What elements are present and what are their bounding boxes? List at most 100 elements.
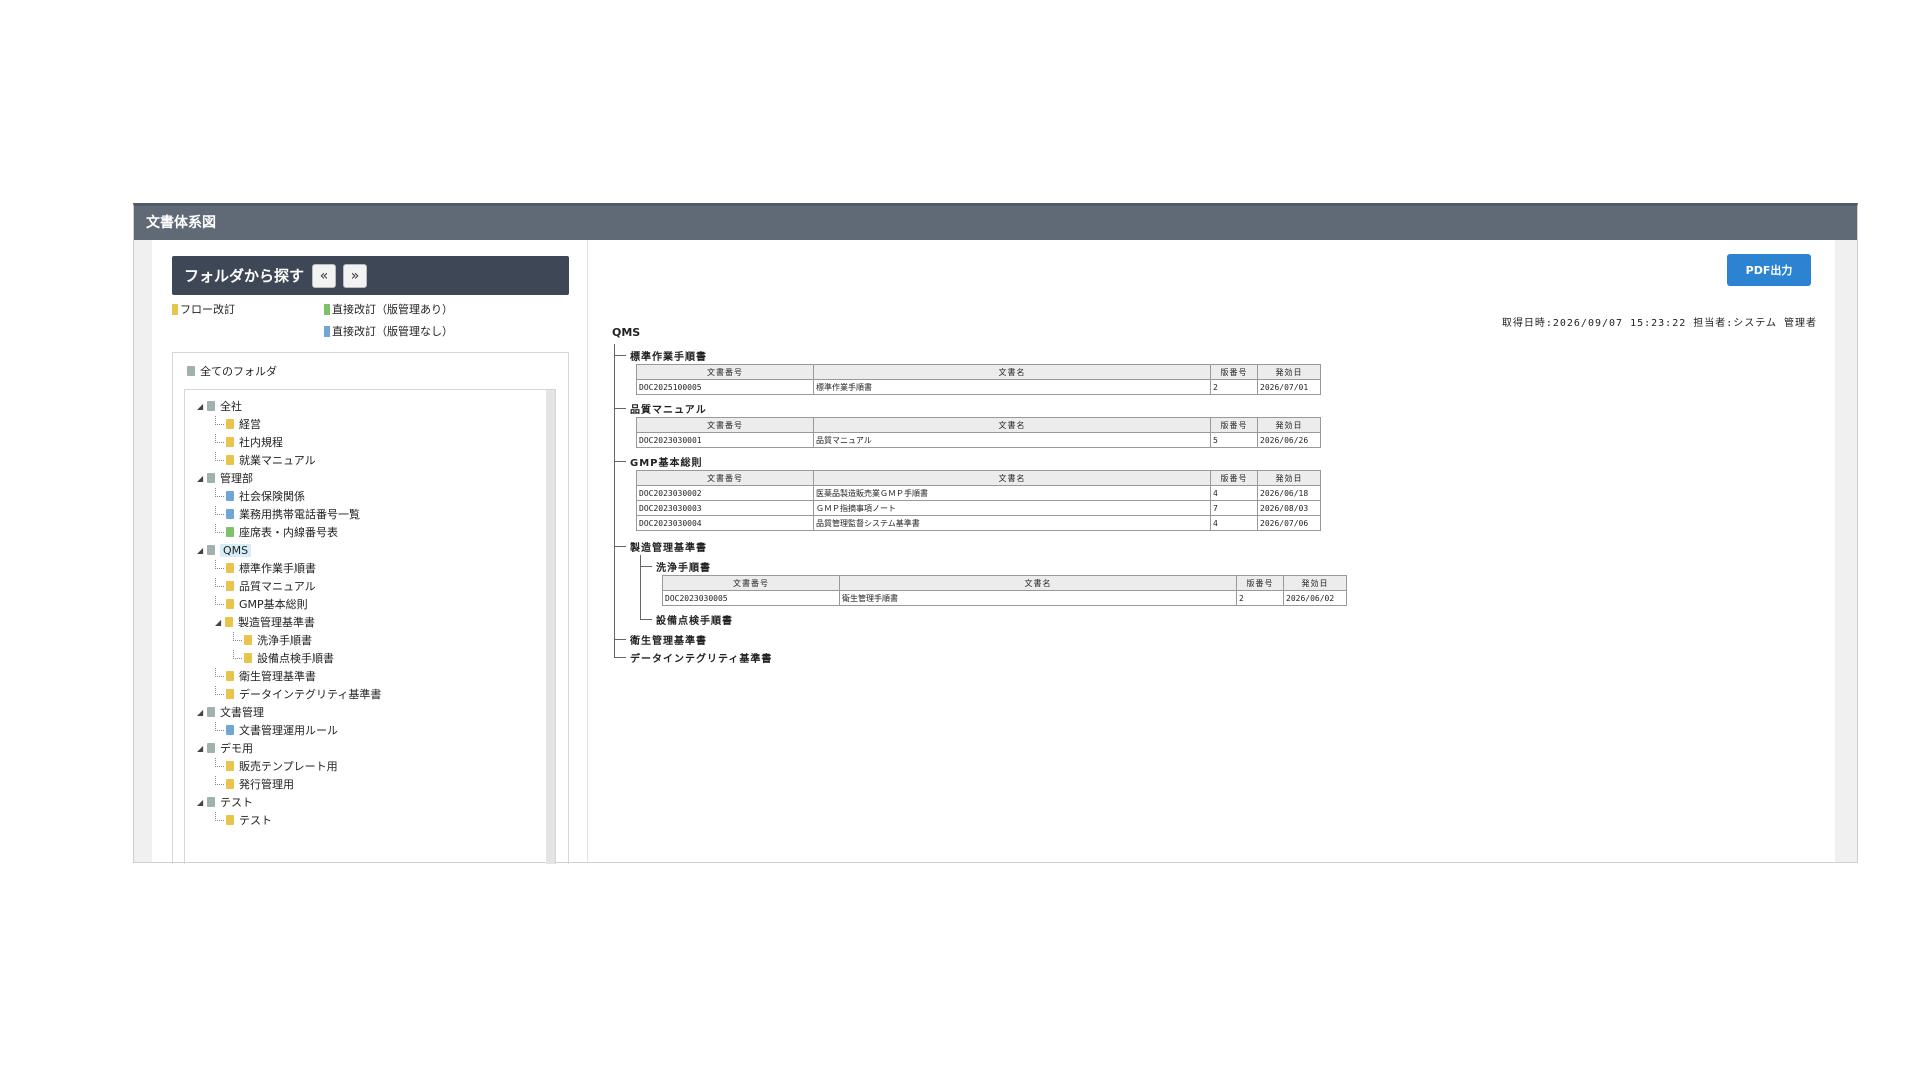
tree-node[interactable]: データインテグリティ基準書 <box>215 686 381 702</box>
tree-node[interactable]: 品質マニュアル <box>215 578 316 594</box>
section-label[interactable]: 標準作業手順書 <box>630 348 707 363</box>
tree-node[interactable]: ◢ テスト <box>197 794 253 810</box>
expand-toggle-icon[interactable]: ◢ <box>197 474 205 483</box>
folder-icon <box>244 635 252 645</box>
table-cell: DOC2025100005 <box>636 379 814 395</box>
expand-toggle-icon[interactable]: ◢ <box>197 708 205 717</box>
tree-node[interactable]: ◢ 管理部 <box>197 470 253 486</box>
table-cell: DOC2023030005 <box>662 590 840 606</box>
tree-node[interactable]: 発行管理用 <box>215 776 294 792</box>
tree-node[interactable]: 衛生管理基準書 <box>215 668 316 684</box>
tree-connector <box>215 722 224 731</box>
table-cell: 衛生管理手順書 <box>839 590 1237 606</box>
tree-connector <box>215 452 224 461</box>
tree-node[interactable]: 社会保険関係 <box>215 488 305 504</box>
tree-node[interactable]: 設備点検手順書 <box>233 650 334 666</box>
tree-node[interactable]: 標準作業手順書 <box>215 560 316 576</box>
folder-icon <box>207 473 215 483</box>
tree-scrollbar[interactable] <box>546 390 555 864</box>
legend-flow-label: フロー改訂 <box>180 303 235 316</box>
expand-toggle-icon[interactable]: ◢ <box>197 402 205 411</box>
tree-node-label: 品質マニュアル <box>239 580 316 593</box>
tree-node[interactable]: GMP基本総則 <box>215 596 308 612</box>
tree-node-label: 洗浄手順書 <box>257 634 312 647</box>
tree-node[interactable]: 社内規程 <box>215 434 283 450</box>
blue-folder-icon <box>324 325 330 337</box>
table-row[interactable]: DOC2023030002 医薬品製造販売業ＧＭＰ手順書 4 2026/06/18 <box>636 485 1321 501</box>
document-table: 文書番号 文書名 版番号 発効日 DOC2023030005 衛生管理手順書 2 2026/0… <box>662 575 1347 606</box>
table-row[interactable]: DOC2025100005 標準作業手順書 2 2026/07/01 <box>636 379 1321 395</box>
tree-node[interactable]: テスト <box>215 812 272 828</box>
column-header: 文書番号 <box>636 470 814 486</box>
tree-node[interactable]: 文書管理運用ルール <box>215 722 338 738</box>
column-header: 文書番号 <box>636 364 814 380</box>
section-label[interactable]: データインテグリティ基準書 <box>630 650 772 665</box>
expand-toggle-icon[interactable]: ◢ <box>197 546 205 555</box>
section-label[interactable]: 衛生管理基準書 <box>630 632 707 647</box>
tree-node[interactable]: 経営 <box>215 416 261 432</box>
table-cell: DOC2023030002 <box>636 485 814 501</box>
tree-branch <box>614 355 626 356</box>
tree-node[interactable]: ◢ デモ用 <box>197 740 253 756</box>
tree-branch <box>614 657 626 658</box>
section-label[interactable]: 洗浄手順書 <box>656 559 711 574</box>
table-row[interactable]: DOC2023030005 衛生管理手順書 2 2026/06/02 <box>662 590 1347 606</box>
tree-node-label: 管理部 <box>220 472 253 485</box>
collapse-all-button[interactable]: « <box>312 263 337 288</box>
tree-node[interactable]: ◢ 文書管理 <box>197 704 264 720</box>
table-row[interactable]: DOC2023030003 ＧＭＰ指摘事項ノート 7 2026/08/03 <box>636 500 1321 516</box>
folder-icon <box>226 419 234 429</box>
tree-node[interactable]: 販売テンプレート用 <box>215 758 338 774</box>
expand-toggle-icon[interactable]: ◢ <box>197 744 205 753</box>
column-header: 発効日 <box>1257 417 1321 433</box>
panel-title: 文書体系図 <box>134 206 1857 240</box>
legend-direct-unversioned-label: 直接改訂（版管理なし） <box>332 325 453 338</box>
section-label[interactable]: GMP基本総則 <box>630 454 703 469</box>
tree-root-all-folders[interactable]: 全てのフォルダ <box>185 363 277 379</box>
table-cell: 4 <box>1210 485 1258 501</box>
table-row[interactable]: DOC2023030004 品質管理監督システム基準書 4 2026/07/06 <box>636 515 1321 531</box>
panel-body: フォルダから探す « » フロー改訂 直接改訂（版管理あり） 直接改訂（版管理な… <box>152 240 1835 864</box>
folder-icon <box>226 815 234 825</box>
tree-node[interactable]: ◢ 全社 <box>197 398 242 414</box>
tree-node[interactable]: ◢ QMS <box>197 542 252 558</box>
tree-node[interactable]: 業務用携帯電話番号一覧 <box>215 506 360 522</box>
column-header: 文書名 <box>839 575 1237 591</box>
section-label[interactable]: 品質マニュアル <box>630 401 707 416</box>
tree-node[interactable]: 洗浄手順書 <box>233 632 312 648</box>
table-cell: 2026/06/02 <box>1283 590 1347 606</box>
folder-icon <box>226 491 234 501</box>
table-cell: 品質管理監督システム基準書 <box>813 515 1211 531</box>
section-label[interactable]: 設備点検手順書 <box>656 612 733 627</box>
tree-node-label: データインテグリティ基準書 <box>239 688 382 701</box>
tree-node-label: 文書管理 <box>220 706 264 719</box>
folder-icon <box>207 545 215 555</box>
column-header: 文書番号 <box>662 575 840 591</box>
column-header: 文書番号 <box>636 417 814 433</box>
folder-icon <box>226 437 234 447</box>
tree-node[interactable]: ◢ 製造管理基準書 <box>215 614 315 630</box>
tree-connector <box>215 578 224 587</box>
folder-icon <box>226 599 234 609</box>
expand-toggle-icon[interactable]: ◢ <box>215 618 223 627</box>
column-header: 発効日 <box>1257 470 1321 486</box>
tree-node-label: 社会保険関係 <box>239 490 305 503</box>
table-cell: 2 <box>1210 379 1258 395</box>
tree-connector <box>215 488 224 497</box>
folder-icon <box>226 581 234 591</box>
table-cell: DOC2023030004 <box>636 515 814 531</box>
expand-toggle-icon[interactable]: ◢ <box>197 798 205 807</box>
folder-icon <box>226 563 234 573</box>
tree-node-label: GMP基本総則 <box>239 598 308 611</box>
expand-all-button[interactable]: » <box>343 263 368 288</box>
document-table: 文書番号 文書名 版番号 発効日 DOC2023030001 品質マニュアル 5 2026/0… <box>636 417 1321 448</box>
tree-branch <box>614 461 626 462</box>
table-cell: 品質マニュアル <box>813 432 1211 448</box>
section-label[interactable]: 製造管理基準書 <box>630 539 707 554</box>
tree-node[interactable]: 就業マニュアル <box>215 452 316 468</box>
tree-node-label: 座席表・内線番号表 <box>239 526 338 539</box>
tree-node[interactable]: 座席表・内線番号表 <box>215 524 338 540</box>
tree-connector <box>215 812 224 821</box>
tree-node-label: 全社 <box>220 400 242 413</box>
table-row[interactable]: DOC2023030001 品質マニュアル 5 2026/06/26 <box>636 432 1321 448</box>
